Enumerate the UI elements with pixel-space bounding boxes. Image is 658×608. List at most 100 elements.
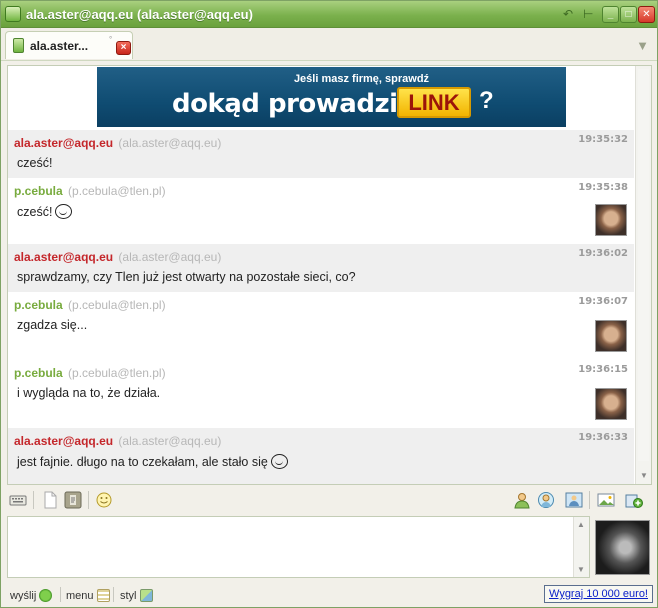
chat-window: ala.aster@aqq.eu (ala.aster@aqq.eu) ↶ ⊢ … [0, 0, 658, 608]
window-title: ala.aster@aqq.eu (ala.aster@aqq.eu) [26, 7, 253, 22]
picture-icon[interactable] [565, 491, 583, 509]
message-text: sprawdzamy, czy Tlen już jest otwarty na… [17, 270, 356, 284]
input-scrollbar[interactable]: ▲ ▼ [573, 517, 589, 577]
sender-jid: (ala.aster@aqq.eu) [115, 250, 222, 264]
message-row: ala.aster@aqq.eu (ala.aster@aqq.eu) 19:35… [8, 130, 634, 178]
banner-link-button[interactable]: LINK [397, 87, 471, 118]
message-body: sprawdzamy, czy Tlen już jest otwarty na… [17, 270, 356, 284]
smiley-emoticon-icon [55, 204, 73, 219]
scroll-down-arrow-icon[interactable]: ▼ [577, 565, 585, 574]
message-sender[interactable]: ala.aster@aqq.eu (ala.aster@aqq.eu) [14, 250, 221, 264]
message-text: cześć! [17, 204, 73, 219]
send-button[interactable]: wyślij [10, 589, 53, 602]
contact-avatar[interactable] [595, 204, 627, 236]
sender-jid: (ala.aster@aqq.eu) [115, 434, 222, 448]
send-arrow-icon [39, 589, 53, 602]
message-body: i wygląda na to, że działa. [17, 386, 161, 400]
tab-conversation[interactable]: ala.aster... ° × [5, 31, 133, 59]
sender-jid: (p.cebula@tlen.pl) [64, 366, 166, 380]
message-body: cześć! [17, 156, 53, 170]
message-body: jest fajnie. długo na to czekałam, ale s… [17, 455, 268, 469]
sender-name[interactable]: ala.aster@aqq.eu [14, 136, 113, 150]
statusbar-separator [60, 587, 61, 602]
message-timestamp: 19:36:33 [578, 432, 628, 443]
toolbar-separator [88, 491, 89, 509]
contact-icon[interactable] [513, 491, 531, 509]
sender-jid: (p.cebula@tlen.pl) [64, 298, 166, 312]
message-input[interactable] [8, 517, 573, 577]
my-avatar[interactable] [595, 520, 650, 575]
message-row: ala.aster@aqq.eu (ala.aster@aqq.eu) 19:36… [8, 428, 634, 484]
statusbar-separator [113, 587, 114, 602]
menu-button[interactable]: menu [66, 589, 110, 602]
image-icon[interactable] [597, 491, 615, 509]
message-sender[interactable]: ala.aster@aqq.eu (ala.aster@aqq.eu) [14, 434, 221, 448]
contact-status-icon [13, 38, 24, 53]
message-timestamp: 19:36:15 [578, 364, 628, 375]
message-sender[interactable]: p.cebula (p.cebula@tlen.pl) [14, 298, 166, 312]
sender-jid: (ala.aster@aqq.eu) [115, 136, 222, 150]
tab-list-dropdown-icon[interactable]: ▼ [636, 38, 649, 53]
tab-close-button[interactable]: × [116, 41, 131, 55]
style-label: styl [120, 590, 137, 602]
tab-label: ala.aster... [30, 39, 89, 53]
message-row: p.cebula (p.cebula@tlen.pl) 19:36:15 i wyg… [8, 360, 634, 428]
pin-icon[interactable]: ⊢ [583, 7, 593, 21]
message-body: cześć! [17, 205, 53, 219]
sender-name[interactable]: p.cebula [14, 366, 63, 380]
message-text: i wygląda na to, że działa. [17, 386, 160, 400]
send-label: wyślij [10, 590, 37, 602]
scroll-up-arrow-icon[interactable]: ▲ [577, 520, 585, 529]
title-bar[interactable]: ala.aster@aqq.eu (ala.aster@aqq.eu) ↶ ⊢ … [1, 1, 657, 28]
message-text: zgadza się... [17, 318, 87, 332]
message-timestamp: 19:35:32 [578, 134, 628, 145]
menu-list-icon [96, 589, 110, 602]
close-button[interactable]: ✕ [638, 6, 655, 23]
message-row: p.cebula (p.cebula@tlen.pl) 19:35:38 cześć… [8, 178, 634, 244]
message-timestamp: 19:35:38 [578, 182, 628, 193]
message-sender[interactable]: ala.aster@aqq.eu (ala.aster@aqq.eu) [14, 136, 221, 150]
sender-name[interactable]: ala.aster@aqq.eu [14, 250, 113, 264]
ad-banner[interactable]: Jeśli masz firmę, sprawdź dokąd prowadzi… [97, 67, 566, 127]
minimize-button[interactable]: _ [602, 6, 619, 23]
message-text: cześć! [17, 156, 52, 170]
tlen-app-icon [5, 6, 21, 22]
message-timestamp: 19:36:07 [578, 296, 628, 307]
message-history[interactable]: Jeśli masz firmę, sprawdź dokąd prowadzi… [7, 65, 652, 485]
message-body: zgadza się... [17, 318, 88, 332]
maximize-button[interactable]: □ [620, 6, 637, 23]
banner-question-mark: ? [479, 87, 494, 114]
banner-line1: Jeśli masz firmę, sprawdź [293, 73, 430, 85]
keyboard-icon[interactable] [9, 491, 27, 509]
status-bar: wyślij menu styl Wygraj 10 000 euro! [1, 583, 657, 607]
tab-strip: ala.aster... ° × ▼ [1, 28, 657, 61]
emoticon-icon[interactable] [95, 491, 113, 509]
toolbar-separator [33, 491, 34, 509]
message-text: jest fajnie. długo na to czekałam, ale s… [17, 454, 288, 469]
style-button[interactable]: styl [120, 589, 153, 602]
scrollbar-thumb[interactable] [638, 69, 649, 461]
document-icon[interactable] [41, 491, 59, 509]
contact-info-icon[interactable] [537, 491, 555, 509]
message-row: ala.aster@aqq.eu (ala.aster@aqq.eu) 19:36… [8, 244, 634, 292]
history-scrollbar[interactable]: ▼ [635, 66, 651, 484]
message-toolbar [7, 489, 652, 513]
sender-name[interactable]: ala.aster@aqq.eu [14, 434, 113, 448]
message-input-area[interactable]: ▲ ▼ [7, 516, 590, 578]
toolbar-separator [589, 491, 590, 509]
message-sender[interactable]: p.cebula (p.cebula@tlen.pl) [14, 184, 166, 198]
send-file-icon[interactable] [625, 491, 643, 509]
style-palette-icon [139, 589, 153, 602]
paste-icon[interactable] [64, 491, 82, 509]
tab-pin-icon[interactable]: ° [109, 35, 112, 44]
smiley-emoticon-icon [270, 454, 288, 469]
contact-avatar[interactable] [595, 388, 627, 420]
sender-name[interactable]: p.cebula [14, 298, 63, 312]
message-row: p.cebula (p.cebula@tlen.pl) 19:36:07 zgadz… [8, 292, 634, 360]
back-icon[interactable]: ↶ [563, 7, 573, 21]
contact-avatar[interactable] [595, 320, 627, 352]
sender-name[interactable]: p.cebula [14, 184, 63, 198]
scroll-down-arrow-icon[interactable]: ▼ [639, 471, 649, 481]
message-sender[interactable]: p.cebula (p.cebula@tlen.pl) [14, 366, 166, 380]
promo-link[interactable]: Wygraj 10 000 euro! [544, 585, 653, 603]
